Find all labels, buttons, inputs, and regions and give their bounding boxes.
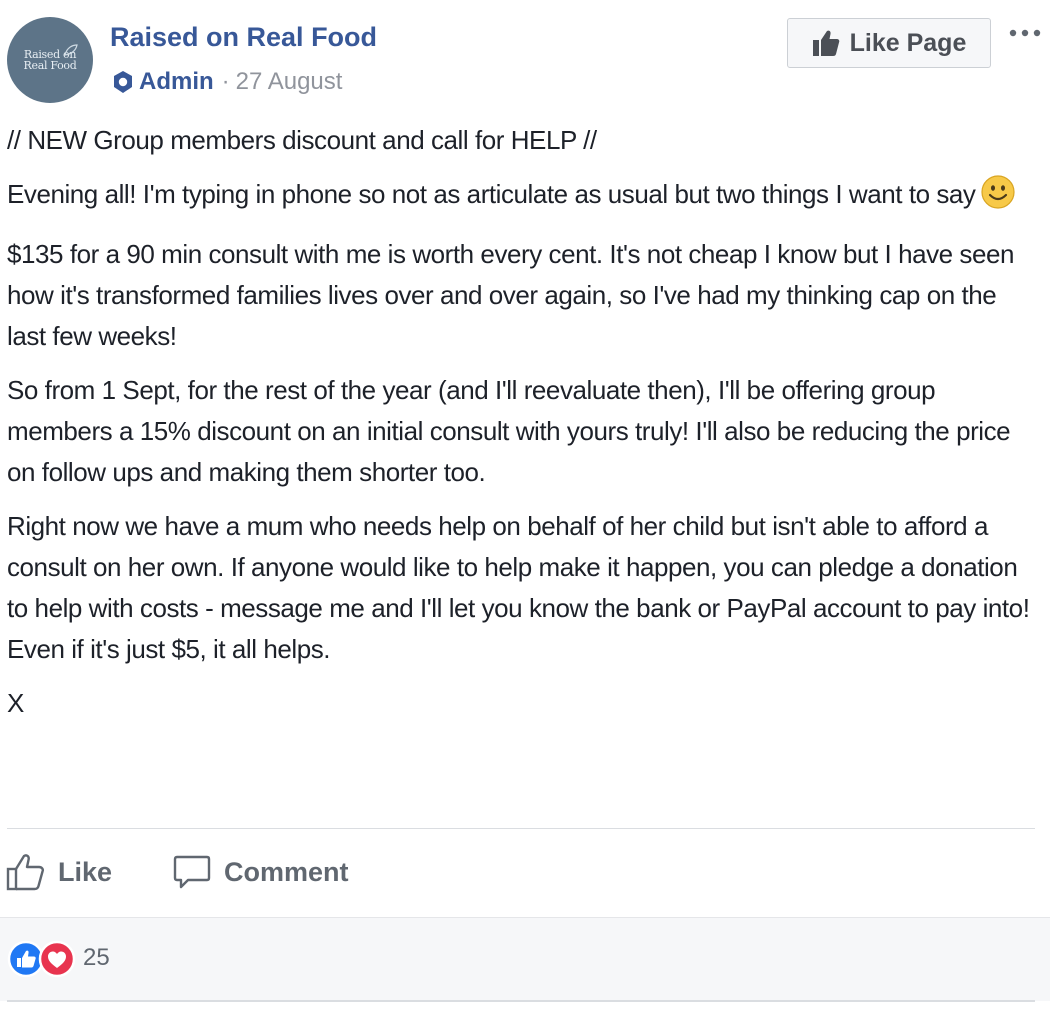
- leaf-icon: [64, 44, 78, 56]
- post-paragraph: So from 1 Sept, for the rest of the year…: [7, 375, 1011, 487]
- like-page-button[interactable]: Like Page: [787, 18, 991, 68]
- like-button[interactable]: Like: [6, 848, 112, 896]
- admin-role-link[interactable]: Admin: [139, 68, 214, 96]
- like-outline-icon: [6, 852, 46, 892]
- reactions-bar: [0, 917, 1050, 1001]
- post-paragraph: X: [7, 688, 24, 718]
- actions-divider: [7, 828, 1035, 829]
- page-name-link[interactable]: Raised on Real Food: [110, 22, 377, 53]
- comment-label: Comment: [224, 856, 349, 887]
- page-avatar[interactable]: Raised on Real Food: [7, 17, 93, 103]
- like-reaction-icon: [7, 940, 45, 978]
- love-reaction-icon: [38, 940, 76, 978]
- reaction-icons[interactable]: [7, 940, 77, 978]
- reactions-bottom-divider: [7, 1000, 1035, 1002]
- post-body: // NEW Group members discount and call f…: [7, 120, 1037, 737]
- post-paragraph: Right now we have a mum who needs help o…: [7, 511, 1030, 664]
- post-paragraph: // NEW Group members discount and call f…: [7, 125, 597, 155]
- post-meta: Admin · 27 August: [112, 68, 342, 96]
- post-date-link[interactable]: 27 August: [236, 68, 343, 96]
- post-paragraph-text: Evening all! I'm typing in phone so not …: [7, 179, 976, 209]
- post-paragraph: $135 for a 90 min consult with me is wor…: [7, 239, 1015, 351]
- more-options-button[interactable]: [1006, 18, 1044, 48]
- thumbs-up-icon: [812, 29, 840, 57]
- meta-separator: ·: [221, 68, 230, 95]
- more-horizontal-icon: [1009, 29, 1041, 37]
- comment-bubble-icon: [172, 852, 212, 892]
- like-page-label: Like Page: [849, 28, 967, 57]
- smile-emoji-icon: [981, 175, 1016, 221]
- post-paragraph: Evening all! I'm typing in phone so not …: [7, 174, 1037, 221]
- like-label: Like: [58, 856, 113, 887]
- comment-button[interactable]: Comment: [172, 848, 349, 896]
- admin-badge-icon: [112, 70, 134, 94]
- group-post: Raised on Real Food Raised on Real Food …: [0, 0, 1050, 1009]
- reaction-count[interactable]: 25: [83, 944, 110, 972]
